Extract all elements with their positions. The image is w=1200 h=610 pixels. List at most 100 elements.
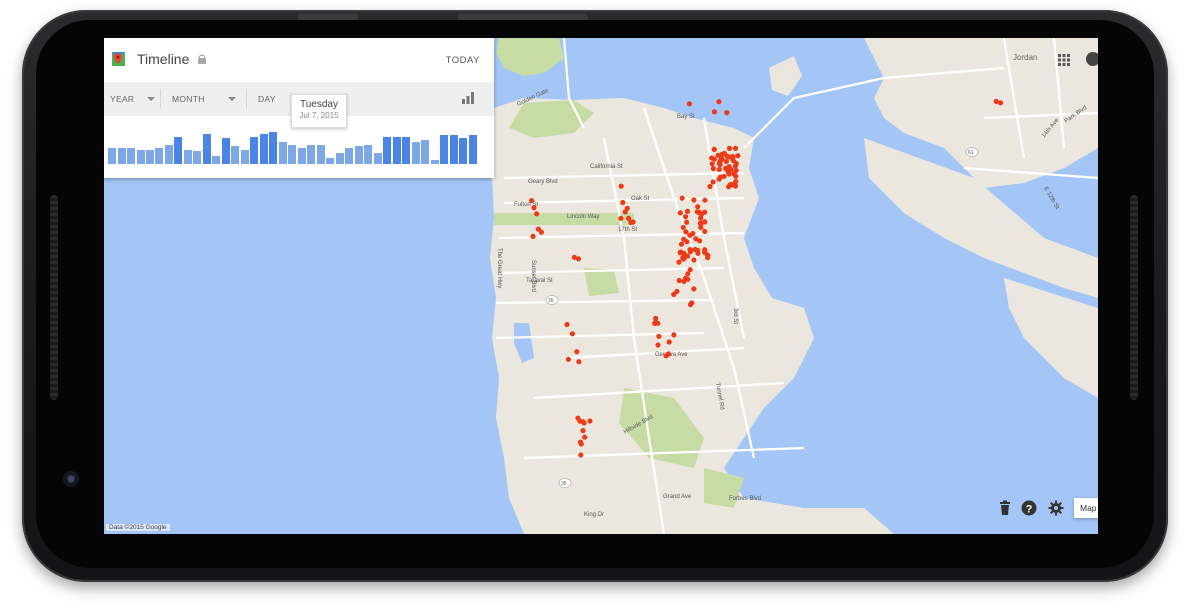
location-point[interactable]	[678, 241, 685, 247]
location-point[interactable]	[691, 257, 697, 263]
histogram-bar[interactable]	[278, 142, 287, 164]
histogram-bar[interactable]	[155, 148, 164, 164]
apps-grid-icon[interactable]	[1058, 53, 1070, 66]
location-point[interactable]	[733, 160, 739, 167]
location-point[interactable]	[580, 428, 586, 434]
location-point[interactable]	[709, 161, 715, 167]
histogram-bar[interactable]	[174, 137, 183, 164]
location-point[interactable]	[698, 215, 704, 221]
histogram-bar[interactable]	[269, 132, 278, 164]
histogram-bar[interactable]	[240, 150, 249, 164]
location-point[interactable]	[710, 166, 717, 172]
location-point[interactable]	[531, 205, 537, 211]
location-point[interactable]	[538, 229, 544, 235]
location-point[interactable]	[726, 145, 733, 151]
gear-icon[interactable]	[1048, 500, 1064, 516]
location-point[interactable]	[630, 219, 636, 225]
histogram-bar[interactable]	[136, 150, 145, 164]
trash-icon[interactable]	[997, 500, 1013, 516]
activity-histogram[interactable]	[108, 132, 478, 164]
location-point[interactable]	[620, 199, 626, 206]
location-point[interactable]	[689, 300, 695, 306]
location-point[interactable]	[729, 182, 735, 188]
location-point[interactable]	[711, 109, 718, 115]
location-point[interactable]	[582, 434, 588, 440]
location-point[interactable]	[666, 339, 672, 345]
location-point[interactable]	[723, 158, 730, 164]
location-point[interactable]	[680, 255, 686, 261]
histogram-bar[interactable]	[164, 145, 173, 164]
histogram-bar[interactable]	[297, 148, 306, 164]
location-point[interactable]	[683, 229, 689, 235]
location-point[interactable]	[580, 419, 586, 425]
location-point[interactable]	[998, 100, 1004, 106]
histogram-bar[interactable]	[288, 145, 297, 164]
histogram-bar[interactable]	[449, 135, 458, 164]
help-icon[interactable]: ?	[1021, 500, 1037, 516]
histogram-bar[interactable]	[202, 134, 211, 164]
month-selector[interactable]: MONTH	[172, 82, 242, 116]
location-point[interactable]	[716, 99, 722, 105]
location-point[interactable]	[565, 356, 571, 362]
location-point[interactable]	[578, 452, 584, 458]
location-point[interactable]	[711, 146, 717, 152]
location-point[interactable]	[697, 238, 703, 244]
location-point[interactable]	[680, 250, 686, 256]
location-point[interactable]	[534, 211, 540, 217]
location-point[interactable]	[655, 342, 661, 348]
histogram-bar[interactable]	[193, 151, 202, 164]
location-point[interactable]	[671, 291, 677, 297]
location-point[interactable]	[732, 145, 739, 151]
histogram-bar[interactable]	[183, 150, 192, 164]
location-point[interactable]	[696, 209, 702, 215]
location-point[interactable]	[993, 98, 999, 104]
histogram-bar[interactable]	[326, 158, 335, 164]
histogram-bar[interactable]	[250, 137, 259, 164]
bar-chart-icon[interactable]	[461, 92, 475, 104]
year-selector[interactable]: YEAR	[110, 82, 160, 116]
location-point[interactable]	[575, 256, 582, 262]
location-point[interactable]	[710, 179, 716, 185]
histogram-bar[interactable]	[373, 153, 382, 164]
location-point[interactable]	[684, 208, 691, 214]
histogram-bar[interactable]	[259, 134, 268, 164]
location-point[interactable]	[624, 205, 630, 211]
location-point[interactable]	[683, 214, 689, 220]
location-point[interactable]	[684, 239, 690, 245]
location-point[interactable]	[656, 333, 662, 339]
histogram-bar[interactable]	[127, 148, 135, 164]
location-point[interactable]	[702, 197, 708, 203]
location-point[interactable]	[574, 349, 580, 355]
location-point[interactable]	[687, 247, 693, 253]
location-point[interactable]	[676, 259, 682, 265]
location-point[interactable]	[671, 332, 677, 338]
location-point[interactable]	[653, 315, 659, 321]
histogram-bar[interactable]	[364, 145, 373, 164]
account-avatar[interactable]	[1086, 52, 1098, 66]
location-point[interactable]	[569, 331, 575, 337]
location-point[interactable]	[702, 209, 708, 215]
histogram-bar[interactable]	[459, 138, 467, 164]
map-type-button[interactable]: Map	[1074, 498, 1098, 518]
location-point[interactable]	[687, 232, 693, 238]
location-point[interactable]	[721, 173, 727, 179]
histogram-bar[interactable]	[307, 145, 316, 164]
location-point[interactable]	[575, 415, 581, 421]
location-point[interactable]	[587, 418, 593, 424]
location-point[interactable]	[705, 255, 711, 261]
location-point[interactable]	[691, 197, 697, 203]
histogram-bar[interactable]	[354, 146, 363, 164]
location-point[interactable]	[655, 320, 661, 326]
histogram-bar[interactable]	[117, 148, 126, 164]
location-point[interactable]	[530, 233, 536, 239]
location-point[interactable]	[684, 219, 690, 225]
histogram-bar[interactable]	[231, 146, 240, 164]
location-point[interactable]	[716, 166, 722, 172]
location-point[interactable]	[578, 441, 584, 447]
location-point[interactable]	[709, 155, 715, 161]
location-point[interactable]	[686, 101, 693, 107]
histogram-bar[interactable]	[440, 135, 449, 164]
location-point[interactable]	[663, 353, 669, 359]
histogram-bar[interactable]	[345, 148, 354, 164]
location-point[interactable]	[682, 275, 689, 281]
